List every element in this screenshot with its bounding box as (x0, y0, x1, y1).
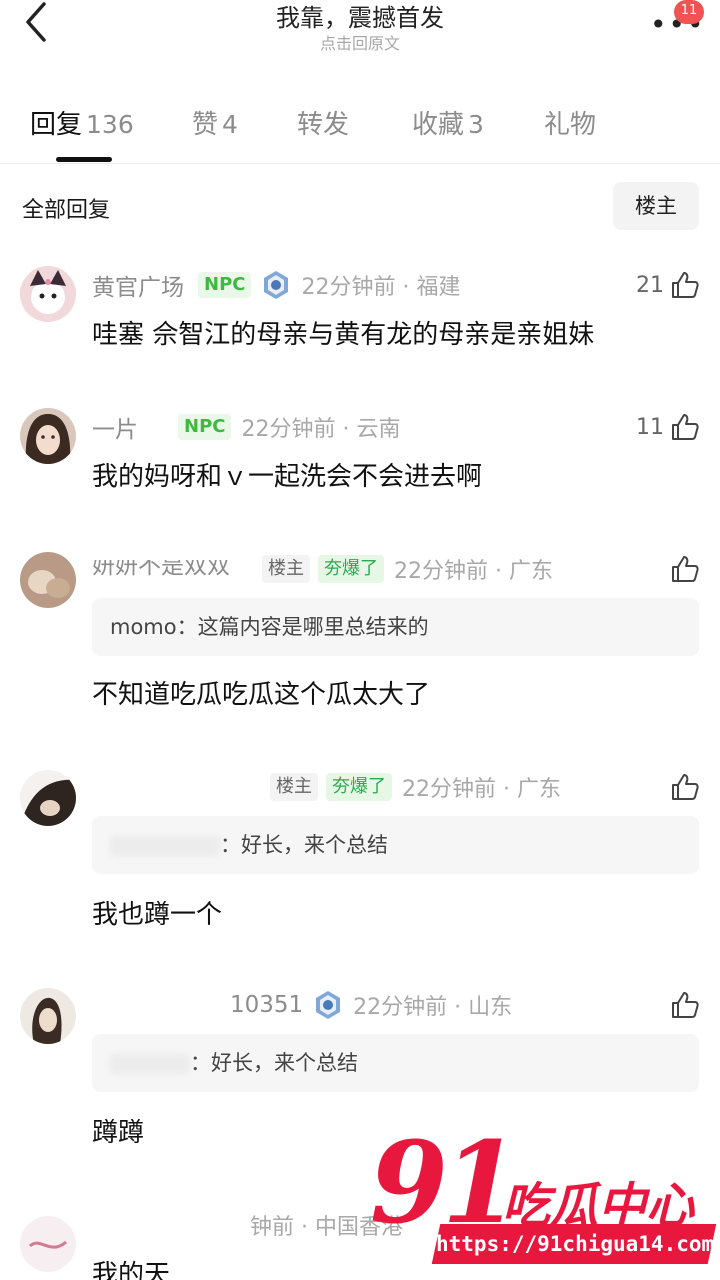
medal-icon (316, 991, 341, 1019)
tab-count: 136 (86, 110, 134, 139)
comment-text: 我也蹲一个 (92, 900, 223, 930)
avatar[interactable] (20, 988, 76, 1044)
like-button[interactable]: 11 (636, 410, 700, 444)
npc-badge: NPC (198, 272, 252, 298)
quoted-reply[interactable]: momo：这篇内容是哪里总结来的 (92, 598, 699, 656)
op-badge: 楼主 (270, 773, 318, 801)
tab-replies[interactable]: 回复 136 (30, 104, 134, 141)
like-count: 21 (636, 272, 664, 298)
thumbs-up-icon (672, 992, 699, 1018)
comment-meta: 黄官广场 NPC 22分钟前 · 福建 (92, 268, 460, 302)
comment-meta: 妍妍不是双双 楼主 夯爆了 22分钟前 · 广东 (92, 552, 553, 586)
tab-reposts[interactable]: 转发 (297, 104, 349, 141)
medal-icon (264, 271, 289, 299)
comment-time: 22分钟前 · 山东 (353, 995, 513, 1020)
comment-meta: 楼主 夯爆了 22分钟前 · 广东 (270, 770, 561, 804)
watermark-url: https://91chigua14.com (431, 1224, 717, 1264)
more-button[interactable]: ••• 11 (648, 0, 704, 42)
tab-bar: 回复 136 赞4 转发 收藏 3 礼物 (0, 100, 720, 164)
quote-text: 这篇内容是哪里总结来的 (197, 615, 429, 639)
comment-text: 哇塞 佘智江的母亲与黄有龙的母亲是亲姐妹 (92, 320, 595, 350)
quote-user: momo (110, 615, 177, 639)
view-original-link[interactable]: 点击回原文 (0, 30, 720, 54)
comment-text: 蹲蹲 (92, 1118, 145, 1148)
comment-meta: 10351 22分钟前 · 山东 (230, 988, 512, 1022)
thumbs-up-icon (672, 272, 699, 298)
tab-label: 赞 (192, 110, 219, 140)
username[interactable]: 10351 (230, 992, 303, 1018)
quoted-reply[interactable]: ：好长，来个总结 (92, 1034, 699, 1092)
header: 我靠，震撼首发 点击回原文 ••• 11 (0, 0, 720, 60)
watermark: 91 吃瓜中心 https://91chigua14.com (368, 1118, 717, 1268)
comment-time: 22分钟前 · 云南 (241, 417, 401, 442)
like-button[interactable] (670, 552, 700, 586)
notification-badge: 11 (674, 0, 704, 24)
tab-label: 转发 (297, 110, 350, 140)
avatar[interactable] (20, 408, 76, 464)
avatar[interactable] (20, 552, 76, 608)
username[interactable]: 妍妍不是双双 (92, 560, 262, 578)
comment-time: 22分钟前 · 广东 (394, 559, 553, 584)
comment-text: 我的天 (92, 1260, 171, 1280)
hot-badge: 夯爆了 (318, 555, 384, 583)
comment-time: 22分钟前 · 广东 (402, 777, 561, 802)
all-replies-label: 全部回复 (22, 198, 111, 223)
hot-badge: 夯爆了 (326, 773, 392, 801)
like-count: 11 (636, 414, 664, 440)
tab-label: 收藏 (412, 110, 465, 140)
avatar[interactable] (20, 1216, 76, 1272)
op-badge: 楼主 (262, 555, 310, 583)
thumbs-up-icon (672, 556, 699, 582)
tab-gifts[interactable]: 礼物 (544, 104, 596, 141)
page-title: 我靠，震撼首发 (276, 4, 444, 32)
username[interactable]: 黄官广场 (92, 268, 184, 302)
like-button[interactable] (670, 988, 700, 1022)
watermark-url-text: https://91chigua14.com (436, 1232, 715, 1256)
tab-favorites[interactable]: 收藏 3 (412, 104, 484, 141)
op-only-button[interactable]: 楼主 (613, 182, 699, 230)
npc-badge: NPC (178, 414, 232, 440)
tab-label: 回复 (30, 110, 83, 140)
thumbs-up-icon (672, 414, 699, 440)
thumbs-up-icon (672, 774, 699, 800)
like-button[interactable] (670, 770, 700, 804)
like-button[interactable]: 21 (636, 268, 700, 302)
quoted-reply[interactable]: ：好长，来个总结 (92, 816, 699, 874)
redacted-username (110, 1054, 190, 1074)
quote-text: 好长，来个总结 (241, 833, 388, 857)
tab-label: 礼物 (544, 110, 597, 140)
username[interactable]: 一片 (92, 410, 138, 444)
redacted-username (110, 836, 220, 856)
tab-likes[interactable]: 赞4 (192, 104, 238, 141)
comment-meta: 一片 NPC 22分钟前 · 云南 (92, 410, 400, 444)
tab-count: 3 (468, 110, 484, 139)
comment-text: 不知道吃瓜吃瓜这个瓜太大了 (92, 680, 431, 710)
tab-count: 4 (222, 110, 238, 139)
comment-text: 我的妈呀和ｖ一起洗会不会进去啊 (92, 462, 483, 492)
comment-time: 22分钟前 · 福建 (301, 275, 461, 300)
avatar[interactable] (20, 770, 76, 826)
quote-text: 好长，来个总结 (211, 1051, 358, 1075)
active-tab-indicator (56, 157, 112, 162)
avatar[interactable] (20, 266, 76, 322)
